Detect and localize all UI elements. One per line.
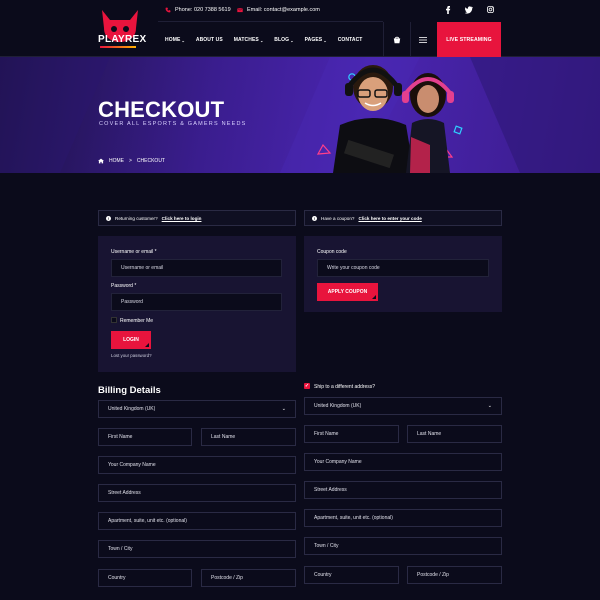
page-title: CHECKOUT	[98, 97, 225, 122]
facebook-icon[interactable]	[445, 6, 451, 14]
brand-name: PLAYREX	[98, 34, 147, 45]
chevron-down-icon: ⌄	[487, 403, 492, 409]
hamburger-menu-icon[interactable]	[419, 37, 427, 43]
billing-last-name-input[interactable]: Last Name	[201, 428, 296, 446]
email-icon	[237, 8, 243, 13]
coupon-label: Coupon code	[317, 249, 347, 255]
breadcrumb: HOME > CHECKOUT	[98, 158, 165, 164]
shipping-apartment-input[interactable]: Apartment, suite, unit etc. (optional)	[304, 509, 502, 527]
billing-apartment-input[interactable]: Apartment, suite, unit etc. (optional)	[98, 512, 296, 530]
shipping-last-name-input[interactable]: Last Name	[407, 425, 502, 443]
shipping-first-name-input[interactable]: First Name	[304, 425, 399, 443]
billing-postcode-input[interactable]: Postcode / Zip	[201, 569, 296, 587]
phone-text: Phone: 020 7388 5619	[175, 7, 231, 13]
billing-town-input[interactable]: Town / City	[98, 540, 296, 558]
billing-title: Billing Details	[98, 385, 161, 396]
info-icon: !	[106, 215, 111, 221]
billing-country-input[interactable]: Country	[98, 569, 192, 587]
remember-me-checkbox[interactable]	[111, 317, 117, 323]
info-icon: !	[312, 215, 317, 221]
chevron-down-icon: ⌄	[290, 37, 294, 43]
chevron-down-icon: ⌄	[281, 406, 286, 412]
site-header: PLAYREX Phone: 020 7388 5619 Email: cont…	[0, 0, 600, 57]
hero-background-art	[0, 57, 600, 173]
header-divider	[158, 21, 383, 22]
nav-divider	[383, 22, 384, 57]
nav-item-about[interactable]: ABOUT US	[196, 37, 223, 43]
ship-different-label: Ship to a different address?	[314, 384, 376, 390]
chevron-down-icon: ⌄	[259, 37, 264, 43]
main-nav: HOME ⌄ ABOUT US MATCHES ⌄ BLOG ⌄ PAGES ⌄ CON…	[165, 37, 362, 43]
live-streaming-button[interactable]: LIVE STREAMING	[437, 22, 501, 57]
nav-item-matches[interactable]: MATCHES ⌄	[234, 37, 264, 43]
email-info: Email: contact@example.com	[237, 7, 320, 13]
login-notice: ! Returning customer? Click here to logi…	[98, 210, 296, 226]
ship-different-checkbox[interactable]: ✓	[304, 383, 310, 389]
email-text: Email: contact@example.com	[247, 7, 320, 13]
shipping-company-input[interactable]: Your Company Name	[304, 453, 502, 471]
breadcrumb-current: CHECKOUT	[136, 158, 165, 164]
home-icon	[98, 158, 104, 164]
coupon-input[interactable]: Write your coupon code	[317, 259, 489, 277]
nav-divider	[410, 22, 411, 57]
shipping-street-input[interactable]: Street Address	[304, 481, 502, 499]
chevron-down-icon: ⌄	[181, 37, 185, 43]
login-notice-text: Returning customer?	[115, 215, 158, 221]
nav-item-pages[interactable]: PAGES ⌄	[305, 37, 327, 43]
remember-me-label: Remember Me	[120, 318, 154, 324]
twitter-icon[interactable]	[465, 6, 473, 14]
lost-password-link[interactable]: Lost your password?	[111, 353, 152, 358]
brand-underline	[100, 46, 136, 48]
coupon-notice: ! Have a coupon? Click here to enter you…	[304, 210, 502, 226]
username-input[interactable]: Username or email	[111, 259, 282, 277]
phone-info: Phone: 020 7388 5619	[165, 7, 231, 13]
chevron-down-icon: ⌄	[323, 37, 327, 43]
apply-coupon-button[interactable]: APPLY COUPON	[317, 283, 378, 301]
breadcrumb-home[interactable]: HOME	[109, 158, 124, 164]
billing-country-select[interactable]: United Kingdom (UK) ⌄	[98, 400, 296, 418]
coupon-toggle-link[interactable]: Click here to enter your code	[358, 216, 421, 221]
shipping-country-select[interactable]: United Kingdom (UK) ⌄	[304, 397, 502, 415]
shipping-country-input[interactable]: Country	[304, 566, 399, 584]
shipping-town-input[interactable]: Town / City	[304, 537, 502, 555]
nav-item-blog[interactable]: BLOG ⌄	[274, 37, 293, 43]
billing-first-name-input[interactable]: First Name	[98, 428, 192, 446]
phone-icon	[165, 7, 171, 13]
login-button[interactable]: LOGIN	[111, 331, 151, 349]
shipping-postcode-input[interactable]: Postcode / Zip	[407, 566, 502, 584]
nav-item-home[interactable]: HOME ⌄	[165, 37, 185, 43]
login-toggle-link[interactable]: Click here to login	[162, 216, 202, 221]
page-hero: CHECKOUT COVER ALL ESPORTS & GAMERS NEED…	[0, 57, 600, 173]
cart-icon[interactable]	[393, 36, 401, 44]
username-label: Username or email *	[111, 249, 157, 255]
coupon-notice-text: Have a coupon?	[321, 215, 355, 221]
instagram-icon[interactable]	[487, 6, 494, 13]
shipping-country-value: United Kingdom (UK)	[314, 403, 362, 409]
password-input[interactable]: Password	[111, 293, 282, 311]
password-label: Password *	[111, 283, 137, 289]
breadcrumb-separator: >	[129, 158, 132, 164]
billing-company-input[interactable]: Your Company Name	[98, 456, 296, 474]
billing-country-value: United Kingdom (UK)	[108, 406, 156, 412]
billing-street-input[interactable]: Street Address	[98, 484, 296, 502]
page-subtitle: COVER ALL ESPORTS & GAMERS NEEDS	[99, 121, 247, 127]
nav-item-contact[interactable]: CONTACT	[338, 37, 363, 43]
